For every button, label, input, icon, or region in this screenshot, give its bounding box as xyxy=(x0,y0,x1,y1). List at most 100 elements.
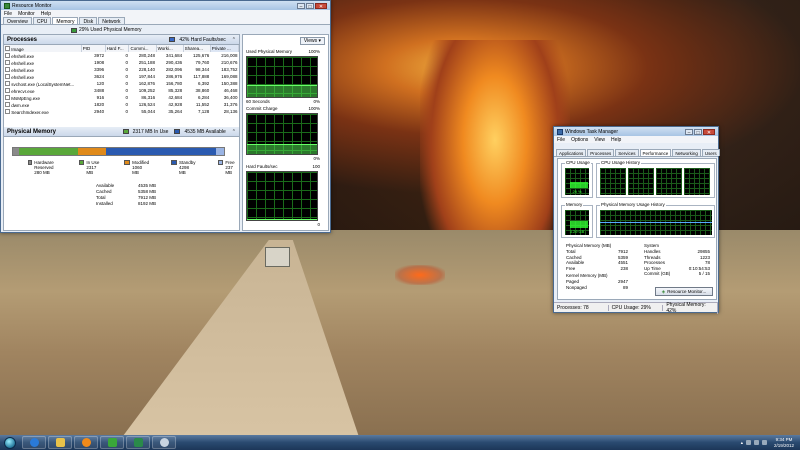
table-row[interactable]: ehshell.exe 3396 0 228,140 282,096 98,344 183,… xyxy=(4,66,239,73)
internet-explorer-icon xyxy=(29,438,39,447)
taskbar-media-center-button[interactable] xyxy=(100,436,124,449)
process-value-cell: 3488 xyxy=(94,88,105,93)
status-physical-memory: Physical Memory: 42% xyxy=(663,301,719,314)
hard-faults-status-text: 42% Hard Faults/sec xyxy=(179,36,226,43)
taskbar-task-manager-button[interactable] xyxy=(152,436,176,449)
taskmgr-titlebar[interactable]: Windows Task Manager – □ ✕ xyxy=(554,127,718,136)
memory-history-line xyxy=(600,222,712,223)
process-checkbox[interactable] xyxy=(5,80,10,86)
minimize-button[interactable]: – xyxy=(685,128,693,136)
show-hidden-icons-icon[interactable]: ▴ xyxy=(741,440,743,446)
menu-file[interactable]: File xyxy=(557,137,565,143)
tab-performance[interactable]: Performance xyxy=(639,149,672,156)
process-checkbox[interactable] xyxy=(5,73,10,79)
tab-services[interactable]: Services xyxy=(615,149,639,156)
network-icon[interactable] xyxy=(745,440,751,445)
col-shareable[interactable]: Sharea... xyxy=(183,45,211,52)
resmon-titlebar[interactable]: Resource Monitor – □ ✕ xyxy=(1,1,330,10)
process-checkbox[interactable] xyxy=(5,66,10,72)
process-checkbox[interactable] xyxy=(5,87,10,93)
process-checkbox[interactable] xyxy=(5,52,10,58)
start-button[interactable] xyxy=(0,435,20,450)
cpu-usage-group: CPU Usage 29 % xyxy=(561,160,593,198)
menu-view[interactable]: View xyxy=(594,137,605,143)
tab-memory[interactable]: Memory xyxy=(52,17,79,25)
process-name-cell: ehshell.exe xyxy=(4,73,81,80)
taskbar-explorer-button[interactable] xyxy=(48,436,72,449)
process-value-cell: 282,096 xyxy=(165,67,183,72)
tab-network[interactable]: Network xyxy=(98,17,125,25)
maximize-button[interactable]: □ xyxy=(694,128,702,136)
processes-header[interactable]: Processes 42% Hard Faults/sec ⌃ xyxy=(4,35,239,45)
menu-file[interactable]: File xyxy=(4,11,12,17)
process-checkbox[interactable] xyxy=(5,108,10,114)
used-physical-fill xyxy=(247,85,317,97)
process-value-cell: 0 xyxy=(125,53,128,58)
maximize-button[interactable]: □ xyxy=(306,2,314,10)
views-dropdown[interactable]: Views ▾ xyxy=(299,37,325,45)
physical-memory-header[interactable]: Physical Memory 2317 MB In Use 4535 MB A… xyxy=(4,127,239,137)
resource-monitor-button[interactable]: ◈ Resource Monitor... xyxy=(655,287,713,296)
clock[interactable]: 9:34 PM 2/19/2012 xyxy=(774,437,794,448)
process-value-cell: 86,316 xyxy=(141,95,156,100)
minimize-button[interactable]: – xyxy=(297,2,305,10)
process-checkbox[interactable] xyxy=(5,59,10,65)
collapse-processes-icon[interactable]: ⌃ xyxy=(232,37,236,43)
close-button[interactable]: ✕ xyxy=(703,128,715,136)
table-row[interactable]: ehshell.exe 3972 0 280,248 341,684 125,676 216… xyxy=(4,52,239,59)
taskbar-resource-monitor-button[interactable] xyxy=(126,436,150,449)
tab-disk[interactable]: Disk xyxy=(79,17,98,25)
process-value-cell: 120 xyxy=(96,81,105,86)
hard-faults-status: 42% Hard Faults/sec xyxy=(169,36,226,43)
table-row[interactable]: ehshell.exe 3624 0 197,844 286,976 117,888 169… xyxy=(4,73,239,80)
taskbar-media-player-button[interactable] xyxy=(74,436,98,449)
select-all-checkbox[interactable] xyxy=(5,45,10,51)
legend-item: Standby 4298 MB xyxy=(171,160,196,175)
process-checkbox[interactable] xyxy=(5,101,10,107)
table-row[interactable]: dwm.exe 1820 0 126,524 42,928 11,552 31,376 xyxy=(4,101,239,108)
table-row[interactable]: MsMpEng.exe 916 0 86,316 42,684 6,284 36,400 xyxy=(4,94,239,101)
taskbar-ie-button[interactable] xyxy=(22,436,46,449)
tab-networking[interactable]: Networking xyxy=(672,149,701,156)
process-value-cell: 216,008 xyxy=(221,53,238,58)
tab-overview[interactable]: Overview xyxy=(3,17,32,25)
process-value-cell: 0 xyxy=(125,109,128,114)
process-name-cell: ehshell.exe xyxy=(4,52,81,59)
menu-help[interactable]: Help xyxy=(611,137,621,143)
table-row[interactable]: svchost.exe (LocalSystemNet... 120 0 162,87… xyxy=(4,80,239,87)
table-row[interactable]: ehshell.exe 1908 0 251,188 290,436 79,760 210,… xyxy=(4,59,239,66)
process-value-cell: 3396 xyxy=(94,67,105,72)
col-image[interactable]: Image xyxy=(4,45,82,52)
close-button[interactable]: ✕ xyxy=(315,2,327,10)
process-value-cell: 169,088 xyxy=(221,74,238,79)
col-hard-faults[interactable]: Hard F... xyxy=(105,45,130,52)
process-name-cell: ehrecvr.exe xyxy=(4,87,81,94)
process-value-cell: 36,400 xyxy=(223,95,238,100)
menu-help[interactable]: Help xyxy=(41,11,51,17)
tab-applications[interactable]: Applications xyxy=(556,149,587,156)
process-checkbox[interactable] xyxy=(5,94,10,100)
process-value-cell: 290,436 xyxy=(165,60,183,65)
status-swatch xyxy=(71,27,77,33)
tab-cpu[interactable]: CPU xyxy=(32,17,52,25)
tab-users[interactable]: Users xyxy=(701,149,720,156)
memory-history-label: Physical Memory Usage History xyxy=(600,202,666,207)
hard-faults-axis-row: 0 xyxy=(246,222,320,227)
collapse-memory-icon[interactable]: ⌃ xyxy=(232,129,236,135)
col-private[interactable]: Private ... xyxy=(210,45,240,52)
memory-group: Memory 3.29 GB xyxy=(561,202,593,238)
available-swatch xyxy=(174,129,181,134)
col-working[interactable]: Worki... xyxy=(156,45,184,52)
table-row[interactable]: ehrecvr.exe 3488 0 109,252 85,328 38,860 46,46… xyxy=(4,87,239,94)
action-center-icon[interactable] xyxy=(761,440,767,445)
col-commit[interactable]: Commi... xyxy=(128,45,157,52)
menu-options[interactable]: Options xyxy=(571,137,588,143)
memory-label: Memory xyxy=(565,202,584,207)
table-row[interactable]: SearchIndexer.exe 2940 0 55,044 35,264 7,128 2… xyxy=(4,108,239,115)
col-pid[interactable]: PID xyxy=(81,45,106,52)
tab-processes[interactable]: Processes xyxy=(587,149,615,156)
process-name-cell: ehshell.exe xyxy=(4,66,81,73)
menu-monitor[interactable]: Monitor xyxy=(18,11,35,17)
hard-faults-label-row: Hard Faults/sec 100 xyxy=(246,164,320,169)
volume-icon[interactable] xyxy=(753,440,759,445)
